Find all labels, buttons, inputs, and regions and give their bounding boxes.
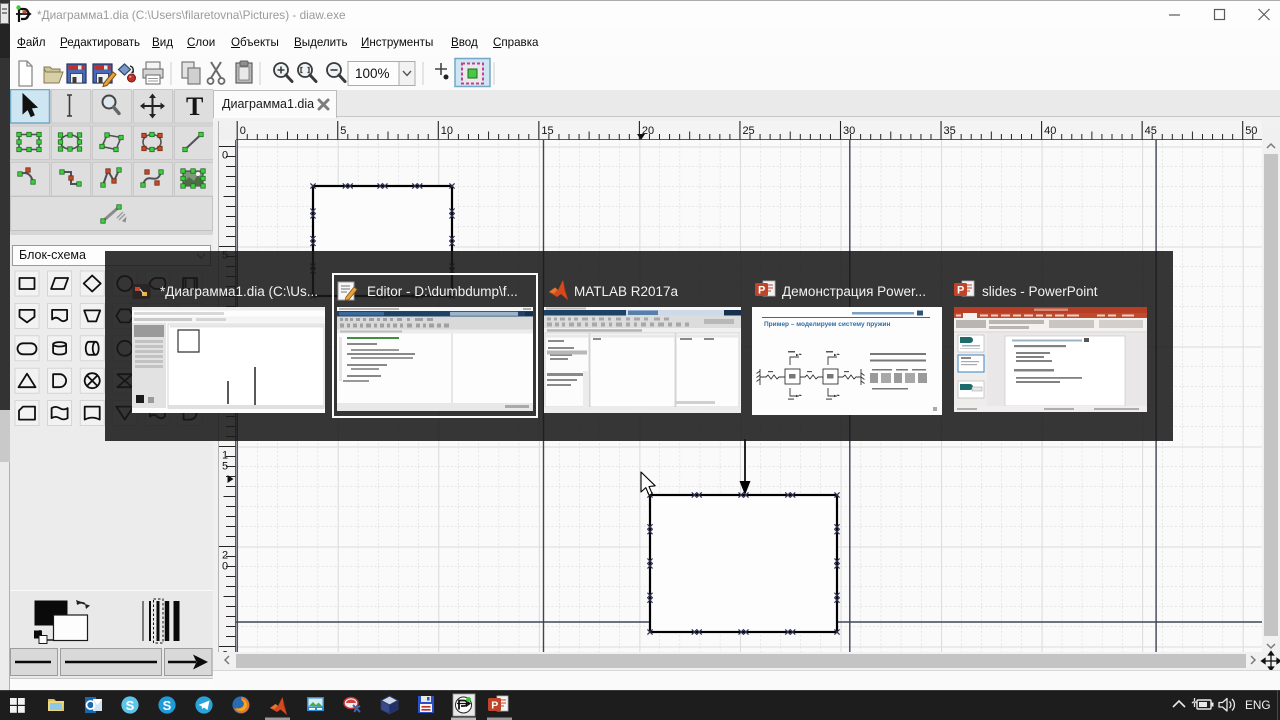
svg-text:0: 0 [222,150,228,162]
svg-text:S: S [163,698,172,713]
svg-text:15: 15 [541,125,553,137]
svg-text:5: 5 [340,125,346,137]
svg-text:ENG: ENG [1245,698,1271,712]
svg-text:100%: 100% [355,66,390,81]
svg-text:45: 45 [1145,125,1157,137]
svg-text:T: T [186,92,203,121]
svg-text:50: 50 [1245,125,1257,137]
svg-text:P: P [491,700,498,712]
svg-text:40: 40 [1044,125,1056,137]
svg-text:P: P [957,285,964,297]
svg-text:S: S [126,698,135,713]
svg-text:25: 25 [742,125,754,137]
svg-text:35: 35 [944,125,956,137]
svg-text:Пример – моделируем систему пр: Пример – моделируем систему пружин [764,321,890,328]
svg-text:P: P [758,285,765,297]
svg-text:0: 0 [240,125,246,137]
svg-text:30: 30 [843,125,855,137]
svg-text:10: 10 [441,125,453,137]
